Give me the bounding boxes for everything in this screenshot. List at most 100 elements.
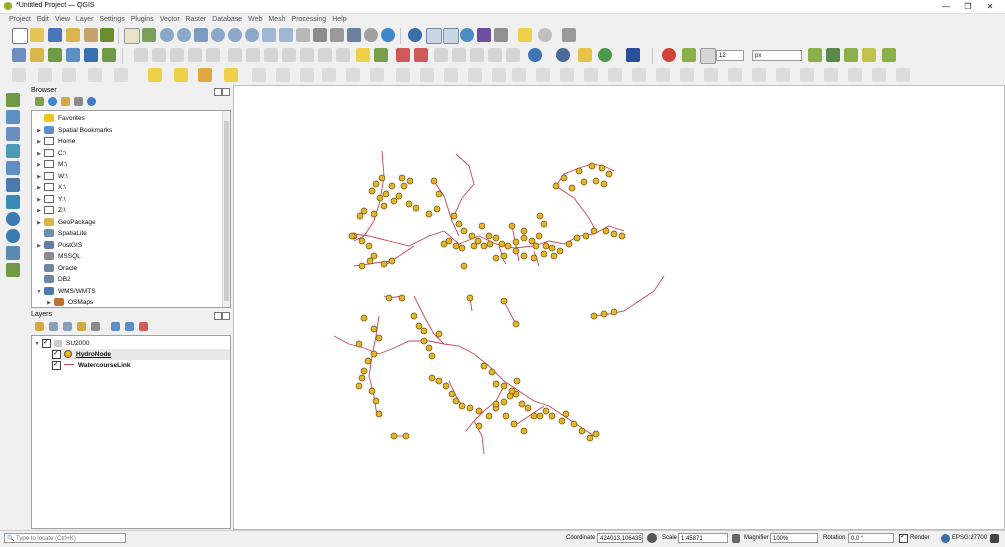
refresh-icon[interactable]	[381, 28, 395, 42]
browser-item[interactable]: ▶ Y:\	[34, 194, 66, 205]
add-raster-icon[interactable]	[6, 110, 20, 124]
expand-arrow-icon[interactable]: ▶	[34, 160, 44, 171]
simplify-icon[interactable]	[420, 68, 434, 82]
browser-item[interactable]: ▶ Spatial Bookmarks	[34, 125, 112, 136]
rotate-feature-icon[interactable]	[512, 68, 526, 82]
menu-vector[interactable]: Vector	[157, 14, 183, 25]
browser-item[interactable]: ▶ GeoPackage	[34, 217, 96, 228]
menu-database[interactable]: Database	[209, 14, 245, 25]
label-highlight-icon[interactable]	[374, 48, 388, 62]
split-features-icon[interactable]	[300, 68, 314, 82]
menu-view[interactable]: View	[52, 14, 73, 25]
layer-visibility-checkbox[interactable]	[52, 359, 61, 370]
filter-legend-icon[interactable]	[77, 322, 86, 331]
menu-help[interactable]: Help	[329, 14, 349, 25]
merge-features-icon[interactable]	[346, 68, 360, 82]
add-wms-layer-icon[interactable]	[102, 48, 116, 62]
menu-mesh[interactable]: Mesh	[265, 14, 288, 25]
add-wfs-icon[interactable]	[6, 195, 20, 209]
help-icon[interactable]	[626, 48, 640, 62]
show-hide-labels-icon[interactable]	[414, 48, 428, 62]
redo-icon[interactable]	[318, 48, 332, 62]
copy-features-icon[interactable]	[264, 48, 278, 62]
menu-settings[interactable]: Settings	[96, 14, 127, 25]
menu-plugins[interactable]: Plugins	[128, 14, 157, 25]
reshape-icon[interactable]	[252, 68, 266, 82]
layout-manager-icon[interactable]	[84, 28, 98, 42]
expand-arrow-icon[interactable]: ▼	[34, 287, 44, 298]
properties-icon[interactable]	[87, 97, 96, 106]
crs-label[interactable]: EPSG:27700	[952, 535, 987, 541]
add-vector-icon[interactable]	[6, 93, 20, 107]
intersection-icon[interactable]	[844, 48, 858, 62]
ellipse-icon[interactable]	[680, 68, 694, 82]
menu-project[interactable]: Project	[6, 14, 34, 25]
menu-processing[interactable]: Processing	[289, 14, 330, 25]
cut-features-icon[interactable]	[246, 48, 260, 62]
copy-move-icon[interactable]	[492, 68, 506, 82]
browser-item[interactable]: ▶ M:\	[34, 159, 67, 170]
toggle-editing-icon[interactable]	[152, 48, 166, 62]
expand-arrow-icon[interactable]: ▶	[34, 137, 44, 148]
time-icon[interactable]	[364, 28, 378, 42]
add-mesh-layer-icon[interactable]	[84, 48, 98, 62]
collapse-all-layers-icon[interactable]	[125, 322, 134, 331]
add-feature-icon[interactable]	[188, 48, 202, 62]
field-calculator-icon[interactable]	[443, 28, 459, 44]
node-tool-icon[interactable]	[848, 68, 862, 82]
browser-item[interactable]: ▶ X:\	[34, 182, 66, 193]
add-raster-layer-icon[interactable]	[66, 48, 80, 62]
avoid-overlap-icon[interactable]	[882, 48, 896, 62]
move-label-icon[interactable]	[434, 48, 448, 62]
select-by-expression-icon[interactable]	[224, 68, 238, 82]
split-parts-icon[interactable]	[322, 68, 336, 82]
menu-raster[interactable]: Raster	[183, 14, 210, 25]
trim-extend-icon[interactable]	[560, 68, 574, 82]
add-xyz-icon[interactable]	[6, 229, 20, 243]
browser-item[interactable]: ▼ WMS/WMTS	[34, 286, 96, 297]
rotate-point-icon[interactable]	[396, 68, 410, 82]
add-delimited-text-icon[interactable]	[6, 144, 20, 158]
zoom-native-icon[interactable]	[245, 28, 259, 42]
map-tips-icon[interactable]	[347, 28, 361, 42]
merge-attributes-icon[interactable]	[370, 68, 384, 82]
browser-close-button[interactable]	[222, 88, 230, 96]
advanced-edit-icon[interactable]	[872, 68, 886, 82]
expand-arrow-icon[interactable]: ▶	[34, 241, 44, 252]
add-selected-icon[interactable]	[35, 97, 44, 106]
shape-digitize-icon[interactable]	[632, 68, 646, 82]
browser-item[interactable]: ▶ C:\	[34, 148, 66, 159]
render-checkbox[interactable]	[899, 532, 908, 543]
add-vector-layer-icon[interactable]	[48, 48, 62, 62]
new-geopackage-layer-icon[interactable]	[30, 48, 44, 62]
toggle-extents-icon[interactable]	[647, 533, 657, 543]
statistics-icon[interactable]	[477, 28, 491, 42]
messages-icon[interactable]	[990, 534, 999, 543]
data-source-manager-icon[interactable]	[12, 48, 26, 62]
font-unit-select[interactable]: px	[752, 50, 802, 61]
offset-curve-icon[interactable]	[276, 68, 290, 82]
temporal-controller-icon[interactable]	[330, 28, 344, 42]
browser-item[interactable]: Oracle	[34, 263, 77, 274]
save-project-icon[interactable]	[48, 28, 62, 42]
add-mesh-icon[interactable]	[6, 127, 20, 141]
browser-item[interactable]: ▶ PostGIS	[34, 240, 82, 251]
python-console-icon[interactable]	[556, 48, 570, 62]
zoom-last-icon[interactable]	[262, 28, 276, 42]
new-map-view-icon[interactable]	[296, 28, 310, 42]
delete-ring-icon[interactable]	[88, 68, 102, 82]
add-spatialite-icon[interactable]	[6, 161, 20, 175]
browser-item[interactable]: SpatiaLite	[34, 228, 87, 239]
plugin-icon[interactable]	[598, 48, 612, 62]
filter-expression-icon[interactable]	[91, 322, 100, 331]
add-group-icon[interactable]	[49, 322, 58, 331]
undo-icon[interactable]	[300, 48, 314, 62]
more-tools-icon[interactable]	[896, 68, 910, 82]
layer-row-watercourselink[interactable]: WatercourseLink	[52, 359, 131, 371]
menu-edit[interactable]: Edit	[34, 14, 52, 25]
edits-icon[interactable]	[134, 48, 148, 62]
select-by-value-icon[interactable]	[174, 68, 188, 82]
reverse-line-icon[interactable]	[584, 68, 598, 82]
rectangle-icon[interactable]	[704, 68, 718, 82]
browser-item[interactable]: ▶ W:\	[34, 171, 68, 182]
